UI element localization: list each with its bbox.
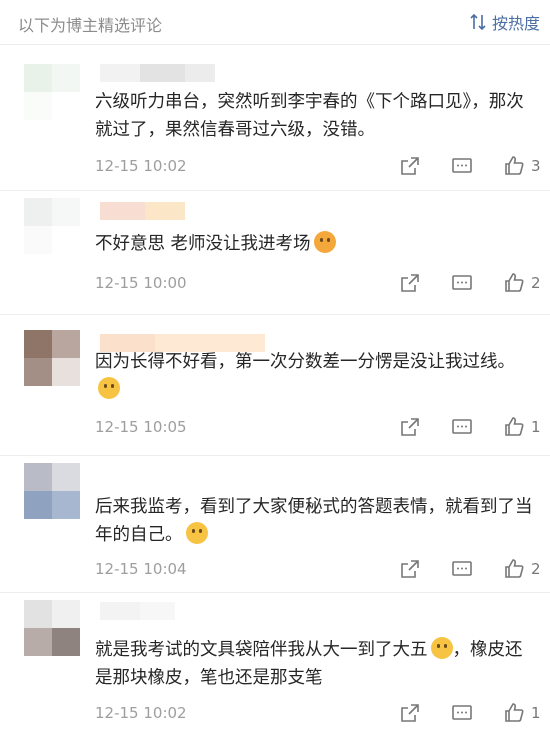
comment-text-content: 因为长得不好看，第一次分数差一分愣是没让我过线。	[95, 352, 515, 372]
comment-text: 六级听力串台，突然听到李宇春的《下个路口见》，那次就过了，果然信春哥过六级，没错…	[95, 92, 524, 140]
comment-text: 因为长得不好看，第一次分数差一分愣是没让我过线。	[95, 348, 535, 404]
like-icon[interactable]	[503, 702, 525, 724]
comment-time: 12-15 10:00	[95, 274, 187, 292]
comment-text: 不好意思 老师没让我进考场	[95, 230, 535, 258]
sort-by-popularity-button[interactable]: 按热度	[469, 10, 540, 34]
like-count: 3	[531, 157, 541, 175]
avatar[interactable]	[24, 463, 80, 519]
comment-meta: 12-15 10:04 2	[95, 558, 545, 582]
yum-face-icon	[313, 231, 336, 253]
share-icon[interactable]	[399, 272, 421, 294]
comment-item: 就是我考试的文具袋陪伴我从大一到了大五 ，橡皮还是那块橡皮，笔也还是那支笔 12-…	[0, 598, 550, 738]
comment-item: 后来我监考，看到了大家便秘式的答题表情，就看到了当年的自己。 12-15 10:…	[0, 463, 550, 591]
comment-meta: 12-15 10:00 2	[95, 272, 545, 296]
comment-text-content: 就是我考试的文具袋陪伴我从大一到了大五	[95, 640, 428, 660]
avatar[interactable]	[24, 64, 80, 120]
username[interactable]	[100, 64, 215, 82]
comments-header: 以下为博主精选评论 按热度	[0, 0, 550, 44]
comment-text-content: 后来我监考，看到了大家便秘式的答题表情，就看到了当年的自己。	[95, 497, 533, 545]
like-icon[interactable]	[503, 272, 525, 294]
sort-label: 按热度	[491, 14, 540, 33]
like-count: 2	[531, 274, 541, 292]
comment-time: 12-15 10:02	[95, 704, 187, 722]
share-icon[interactable]	[399, 558, 421, 580]
comment-text: 后来我监考，看到了大家便秘式的答题表情，就看到了当年的自己。	[95, 493, 535, 549]
comment-icon[interactable]	[451, 702, 473, 724]
comment-text: 就是我考试的文具袋陪伴我从大一到了大五 ，橡皮还是那块橡皮，笔也还是那支笔	[95, 636, 535, 692]
like-icon[interactable]	[503, 416, 525, 438]
selected-comments-title: 以下为博主精选评论	[18, 16, 163, 35]
comment-meta: 12-15 10:05 1	[95, 416, 545, 440]
like-count: 1	[531, 704, 541, 722]
comment-icon[interactable]	[451, 416, 473, 438]
avatar[interactable]	[24, 330, 80, 386]
avatar[interactable]	[24, 600, 80, 656]
comment-time: 12-15 10:04	[95, 560, 187, 578]
comment-meta: 12-15 10:02 3	[95, 155, 545, 179]
divider	[0, 592, 550, 593]
divider	[0, 44, 550, 45]
divider	[0, 190, 550, 191]
share-icon[interactable]	[399, 155, 421, 177]
comment-text-content: 不好意思 老师没让我进考场	[95, 234, 311, 254]
divider	[0, 455, 550, 456]
like-icon[interactable]	[503, 155, 525, 177]
sort-icon	[470, 13, 486, 31]
comment-item: 因为长得不好看，第一次分数差一分愣是没让我过线。 12-15 10:05 1	[0, 330, 550, 452]
comment-icon[interactable]	[451, 558, 473, 580]
username[interactable]	[100, 602, 175, 620]
smile-face-icon	[98, 377, 120, 399]
comment-item: 六级听力串台，突然听到李宇春的《下个路口见》，那次就过了，果然信春哥过六级，没错…	[0, 60, 550, 190]
smile-face-icon	[430, 637, 453, 659]
like-count: 1	[531, 418, 541, 436]
comment-icon[interactable]	[451, 155, 473, 177]
comment-meta: 12-15 10:02 1	[95, 702, 545, 726]
comment-icon[interactable]	[451, 272, 473, 294]
comment-time: 12-15 10:05	[95, 418, 187, 436]
divider	[0, 314, 550, 315]
share-icon[interactable]	[399, 702, 421, 724]
comment-item: 不好意思 老师没让我进考场 12-15 10:00 2	[0, 198, 550, 310]
avatar[interactable]	[24, 198, 80, 254]
share-icon[interactable]	[399, 416, 421, 438]
laugh-cry-face-icon	[185, 522, 208, 544]
comment-time: 12-15 10:02	[95, 157, 187, 175]
like-count: 2	[531, 560, 541, 578]
username[interactable]	[100, 202, 185, 220]
like-icon[interactable]	[503, 558, 525, 580]
